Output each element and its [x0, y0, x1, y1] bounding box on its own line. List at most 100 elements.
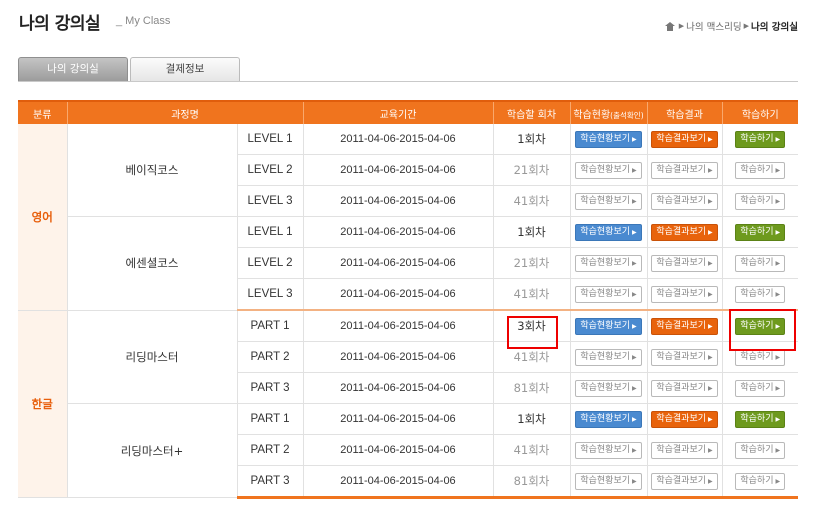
level-cell: PART 2	[237, 341, 304, 373]
status-button[interactable]: 학습현황보기 ▶	[575, 130, 642, 148]
course-name-cell: 에센셜코스	[67, 216, 238, 311]
course-name: 리딩마스터+	[120, 443, 184, 458]
status-button[interactable]: 학습현황보기 ▶	[575, 410, 642, 428]
status-button[interactable]: 학습현황보기 ▶	[575, 317, 642, 335]
result-button-label: 학습결과보기	[656, 133, 707, 144]
arrow-right-icon: ▶	[632, 290, 637, 298]
level-cell: LEVEL 3	[237, 185, 304, 217]
study-button[interactable]: 학습하기 ▶	[735, 254, 786, 272]
result-button[interactable]: 학습결과보기 ▶	[651, 161, 718, 179]
result-cell: 학습결과보기 ▶	[647, 185, 723, 217]
study-button[interactable]: 학습하기 ▶	[735, 130, 786, 148]
status-cell: 학습현황보기 ▶	[570, 124, 648, 155]
study-button[interactable]: 학습하기 ▶	[735, 192, 786, 210]
study-cell: 학습하기 ▶	[722, 372, 798, 404]
arrow-right-icon: ▶	[775, 415, 781, 423]
arrow-right-icon: ▶	[708, 166, 713, 174]
study-button[interactable]: 학습하기 ▶	[735, 348, 786, 366]
study-button-label: 학습하기	[740, 382, 774, 393]
breadcrumb: ▶ 나의 맥스리딩 ▶ 나의 강의실	[664, 19, 798, 33]
study-cell: 학습하기 ▶	[722, 465, 798, 499]
col-header-study: 학습하기	[722, 100, 798, 124]
study-button-label: 학습하기	[740, 195, 774, 206]
result-button[interactable]: 학습결과보기 ▶	[651, 254, 718, 272]
col-header-period: 교육기간	[303, 100, 494, 124]
course-name-cell: 베이직코스	[67, 124, 238, 217]
breadcrumb-item-maxreading[interactable]: 나의 맥스리딩	[686, 19, 741, 33]
result-cell: 학습결과보기 ▶	[647, 278, 723, 311]
breadcrumb-separator-icon: ▶	[743, 22, 749, 30]
result-button-label: 학습결과보기	[656, 320, 707, 331]
arrow-right-icon: ▶	[775, 228, 781, 236]
result-cell: 학습결과보기 ▶	[647, 341, 723, 373]
result-button[interactable]: 학습결과보기 ▶	[651, 472, 718, 490]
tab-my-class[interactable]: 나의 강의실	[18, 57, 128, 81]
result-button[interactable]: 학습결과보기 ▶	[651, 223, 718, 241]
study-button-label: 학습하기	[740, 226, 774, 237]
status-button-label: 학습현황보기	[580, 195, 631, 206]
status-button[interactable]: 학습현황보기 ▶	[575, 161, 642, 179]
study-button[interactable]: 학습하기 ▶	[735, 379, 786, 397]
level-cell: LEVEL 3	[237, 278, 304, 311]
study-button-label: 학습하기	[740, 288, 774, 299]
result-button[interactable]: 학습결과보기 ▶	[651, 192, 718, 210]
study-cell: 학습하기 ▶	[722, 185, 798, 217]
arrow-right-icon: ▶	[708, 384, 713, 392]
result-button[interactable]: 학습결과보기 ▶	[651, 130, 718, 148]
course-name-cell: 리딩마스터	[67, 310, 238, 404]
study-button[interactable]: 학습하기 ▶	[735, 223, 786, 241]
status-button-label: 학습현황보기	[580, 257, 631, 268]
home-icon[interactable]	[664, 21, 675, 31]
arrow-right-icon: ▶	[708, 353, 713, 361]
arrow-right-icon: ▶	[708, 477, 713, 485]
session-cell: 21회차	[493, 247, 571, 279]
result-button[interactable]: 학습결과보기 ▶	[651, 410, 718, 428]
level-cell: PART 1	[237, 310, 304, 342]
result-cell: 학습결과보기 ▶	[647, 465, 723, 499]
status-button-label: 학습현황보기	[580, 382, 631, 393]
status-button[interactable]: 학습현황보기 ▶	[575, 192, 642, 210]
table-row: 영어 베이직코스 LEVEL 1 2011-04-06-2015-04-06 1회차 학습…	[18, 124, 798, 311]
result-button[interactable]: 학습결과보기 ▶	[651, 285, 718, 303]
period-cell: 2011-04-06-2015-04-06	[303, 278, 494, 311]
study-button[interactable]: 학습하기 ▶	[735, 441, 786, 459]
status-button[interactable]: 학습현황보기 ▶	[575, 348, 642, 366]
study-button[interactable]: 학습하기 ▶	[735, 161, 786, 179]
arrow-right-icon: ▶	[775, 197, 781, 205]
result-button[interactable]: 학습결과보기 ▶	[651, 317, 718, 335]
arrow-right-icon: ▶	[632, 228, 637, 236]
status-button[interactable]: 학습현황보기 ▶	[575, 379, 642, 397]
arrow-right-icon: ▶	[632, 135, 637, 143]
result-button[interactable]: 학습결과보기 ▶	[651, 441, 718, 459]
result-button-label: 학습결과보기	[656, 164, 707, 175]
arrow-right-icon: ▶	[775, 290, 781, 298]
result-button-label: 학습결과보기	[656, 444, 707, 455]
status-cell: 학습현황보기 ▶	[570, 403, 648, 435]
table-row: 리딩마스터+ PART 1 2011-04-06-2015-04-06 1회차 학습현황…	[18, 403, 798, 498]
status-button[interactable]: 학습현황보기 ▶	[575, 223, 642, 241]
arrow-right-icon: ▶	[632, 322, 637, 330]
tab-bar: 나의 강의실 결제정보	[18, 57, 798, 82]
category-cell: 영어	[18, 124, 68, 311]
status-button[interactable]: 학습현황보기 ▶	[575, 285, 642, 303]
status-button[interactable]: 학습현황보기 ▶	[575, 472, 642, 490]
status-cell: 학습현황보기 ▶	[570, 310, 648, 342]
status-button[interactable]: 학습현황보기 ▶	[575, 254, 642, 272]
arrow-right-icon: ▶	[708, 135, 713, 143]
study-button-label: 학습하기	[740, 413, 774, 424]
result-cell: 학습결과보기 ▶	[647, 154, 723, 186]
study-button[interactable]: 학습하기 ▶	[735, 285, 786, 303]
arrow-right-icon: ▶	[632, 384, 637, 392]
status-cell: 학습현황보기 ▶	[570, 341, 648, 373]
result-button[interactable]: 학습결과보기 ▶	[651, 348, 718, 366]
status-button[interactable]: 학습현황보기 ▶	[575, 441, 642, 459]
session-cell: 1회차	[493, 216, 571, 248]
tab-payment-info[interactable]: 결제정보	[130, 57, 240, 81]
study-button[interactable]: 학습하기 ▶	[735, 472, 786, 490]
col-header-status-label: 학습현황	[573, 109, 611, 121]
result-button-label: 학습결과보기	[656, 382, 707, 393]
table-row: 에센셜코스 LEVEL 1 2011-04-06-2015-04-06 1회차 학습현황…	[18, 216, 798, 311]
study-button[interactable]: 학습하기 ▶	[735, 317, 786, 335]
result-button[interactable]: 학습결과보기 ▶	[651, 379, 718, 397]
study-button[interactable]: 학습하기 ▶	[735, 410, 786, 428]
